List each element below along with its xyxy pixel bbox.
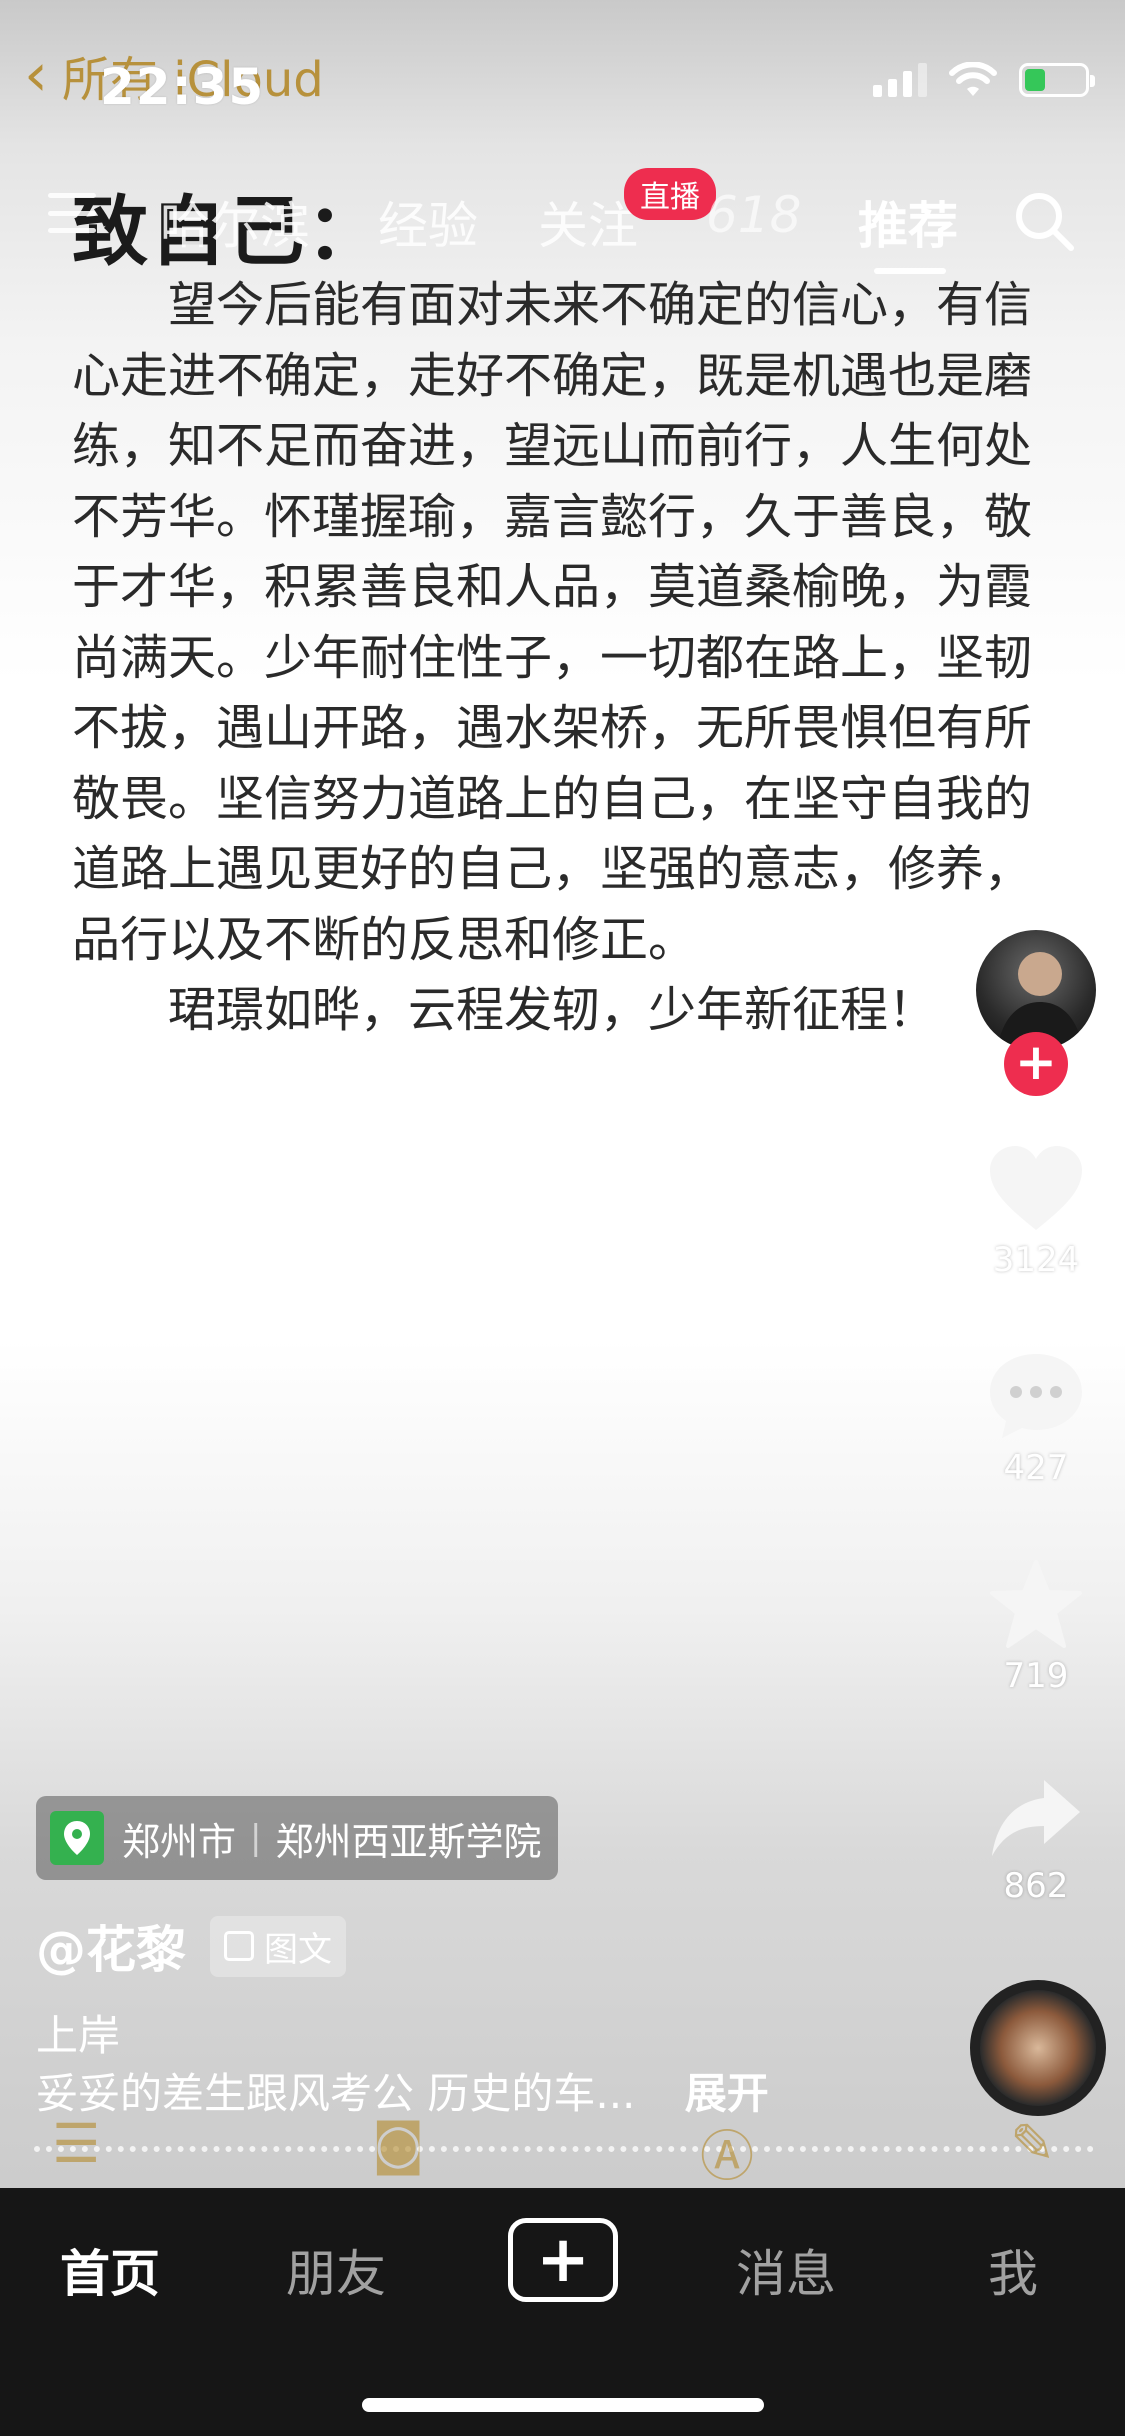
battery-icon — [1019, 63, 1095, 97]
heart-icon — [990, 1146, 1082, 1230]
tab-experience[interactable]: 经验 — [378, 186, 478, 258]
nav-home[interactable]: 首页 — [60, 2234, 160, 2306]
nav-messages[interactable]: 消息 — [736, 2234, 836, 2306]
post-type-badge: 图文 — [210, 1915, 346, 1977]
share-count: 862 — [1003, 1866, 1069, 1906]
progress-dots — [34, 2146, 1094, 2152]
create-post-button[interactable]: + — [508, 2218, 618, 2302]
post-type-label: 图文 — [264, 1929, 332, 1970]
live-badge: 直播 — [624, 168, 716, 220]
tab-harbin[interactable]: 哈尔滨 — [160, 186, 310, 258]
status-bar: ‹ 所有 iCloud 22:35 — [0, 0, 1125, 150]
tab-618[interactable]: 618 — [706, 186, 801, 244]
camera-icon: ◙ — [372, 2112, 425, 2175]
location-chip[interactable]: 郑州市 | 郑州西亚斯学院 — [36, 1796, 558, 1880]
author-name[interactable]: @花黎 — [36, 1910, 186, 1982]
nav-me[interactable]: 我 — [988, 2234, 1038, 2306]
search-icon[interactable] — [1011, 188, 1077, 254]
menu-icon[interactable] — [48, 193, 96, 233]
wifi-icon — [949, 62, 997, 96]
active-tab-indicator — [874, 268, 946, 274]
post-description-title: 上岸 — [36, 2011, 121, 2060]
music-disc[interactable] — [970, 1980, 1106, 2116]
location-pin-icon — [50, 1811, 104, 1865]
share-arrow-icon — [992, 1780, 1080, 1856]
compose-icon: ✎ — [1010, 2112, 1056, 2175]
cellular-signal-icon — [873, 63, 927, 97]
author-row: @花黎 图文 — [36, 1910, 346, 1982]
note-body: 望今后能有面对未来不确定的信心，有信心走进不确定，走好不确定，既是机遇也是磨练，… — [72, 270, 1032, 1046]
tab-following[interactable]: 关注 — [538, 186, 638, 258]
clock: 22:35 — [100, 58, 265, 116]
status-icons — [873, 62, 1095, 98]
note-paragraph-1: 望今后能有面对未来不确定的信心，有信心走进不确定，走好不确定，既是机遇也是磨练，… — [72, 277, 1033, 968]
home-indicator[interactable] — [362, 2398, 764, 2412]
markup-icon: Ⓐ — [700, 2125, 754, 2188]
comment-count: 427 — [1003, 1448, 1069, 1488]
nav-friends[interactable]: 朋友 — [286, 2234, 386, 2306]
tab-recommend[interactable]: 推荐 — [858, 186, 958, 258]
bottom-nav: 首页 朋友 + 消息 我 — [0, 2188, 1125, 2436]
location-separator: | — [250, 1818, 262, 1858]
note-paragraph-2: 珺璟如晔，云程发轫，少年新征程！ — [168, 982, 937, 1038]
favorite-button[interactable]: 719 — [980, 1558, 1092, 1696]
like-count: 3124 — [992, 1240, 1080, 1280]
checklist-icon: ☰ — [52, 2112, 101, 2175]
favorite-count: 719 — [1003, 1656, 1069, 1696]
share-button[interactable]: 862 — [980, 1776, 1092, 1906]
star-icon — [990, 1560, 1082, 1648]
follow-button[interactable]: + — [1004, 1032, 1068, 1096]
like-button[interactable]: 3124 — [980, 1144, 1092, 1280]
chevron-left-icon: ‹ — [24, 40, 48, 110]
top-tab-bar: 哈尔滨 经验 关注 直播 618 推荐 — [0, 168, 1125, 278]
location-place: 郑州西亚斯学院 — [275, 1819, 542, 1864]
notes-toolbar: ☰ ◙ Ⓐ ✎ — [0, 2110, 1125, 2190]
comment-button[interactable]: 427 — [980, 1350, 1092, 1488]
image-text-icon — [224, 1931, 254, 1961]
location-city: 郑州市 — [122, 1819, 237, 1864]
comment-icon — [990, 1354, 1082, 1438]
